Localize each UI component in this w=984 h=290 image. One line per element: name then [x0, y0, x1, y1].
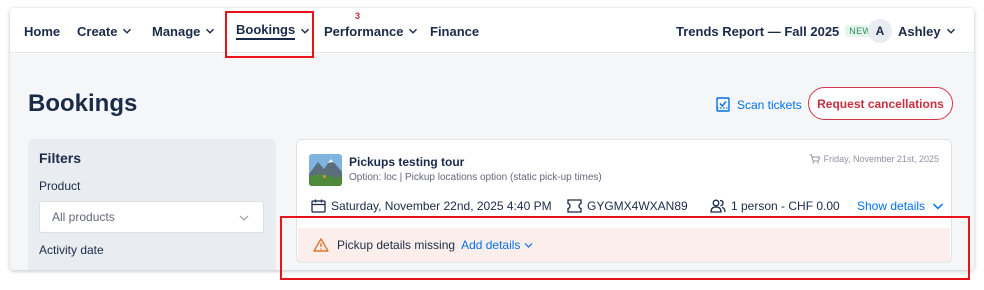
chevron-down-icon	[933, 203, 944, 210]
pickup-missing-alert: Pickup details missing Add details	[298, 228, 950, 262]
alert-text: Pickup details missing	[337, 238, 456, 252]
booking-card[interactable]: Pickups testing tour Option: loc | Picku…	[296, 139, 952, 263]
request-cancellations-button[interactable]: Request cancellations	[808, 87, 953, 120]
product-filter-label: Product	[39, 179, 81, 193]
chevron-down-icon	[946, 28, 955, 34]
trends-report-link[interactable]: Trends Report — Fall 2025 NEW	[676, 22, 876, 40]
chevron-down-icon	[409, 28, 418, 34]
people-icon	[710, 199, 726, 213]
user-menu[interactable]: Ashley	[898, 22, 956, 40]
booking-details-row: Saturday, November 22nd, 2025 4:40 PM GY…	[311, 199, 944, 217]
chevron-down-icon	[239, 215, 249, 221]
chevron-down-icon	[525, 242, 533, 248]
nav-manage[interactable]: Manage	[152, 22, 215, 40]
product-select[interactable]: All products	[39, 201, 264, 233]
scan-tickets-link[interactable]: Scan tickets	[716, 97, 802, 112]
shopping-cart-icon	[809, 154, 820, 164]
chevron-down-icon	[206, 28, 215, 34]
nav-manage-label: Manage	[152, 23, 201, 39]
show-details-label: Show details	[857, 199, 926, 213]
nav-performance[interactable]: Performance	[324, 22, 418, 40]
activity-date-filter-label: Activity date	[39, 243, 104, 257]
page-title: Bookings	[28, 90, 138, 117]
tour-title[interactable]: Pickups testing tour	[349, 155, 464, 169]
purchase-date-text: Friday, November 21st, 2025	[823, 154, 939, 164]
tour-option: Option: loc | Pickup locations option (s…	[349, 172, 602, 183]
nav-home-label: Home	[24, 23, 61, 39]
avatar[interactable]: A	[868, 19, 892, 43]
filters-title: Filters	[39, 150, 82, 166]
trends-report-label: Trends Report — Fall 2025	[676, 23, 840, 39]
nav-performance-label: Performance	[324, 23, 404, 39]
app-window: Home Create Manage Bookings 3 Performanc…	[10, 8, 974, 270]
nav-create[interactable]: Create	[77, 22, 132, 40]
ticket-icon	[567, 199, 582, 213]
user-name: Ashley	[898, 23, 941, 39]
nav-finance[interactable]: Finance	[430, 22, 479, 40]
scan-tickets-label: Scan tickets	[737, 97, 802, 112]
ticket-scan-icon	[716, 97, 730, 112]
chevron-down-icon	[301, 28, 310, 34]
nav-finance-label: Finance	[430, 23, 480, 39]
purchase-date: Friday, November 21st, 2025	[809, 154, 939, 164]
nav-bookings[interactable]: Bookings	[236, 22, 310, 40]
top-navigation: Home Create Manage Bookings 3 Performanc…	[10, 8, 974, 53]
add-details-link[interactable]: Add details	[461, 238, 533, 252]
activity-datetime: Saturday, November 22nd, 2025 4:40 PM	[311, 199, 552, 213]
activity-datetime-text: Saturday, November 22nd, 2025 4:40 PM	[331, 199, 552, 213]
main-content: Bookings Scan tickets Request cancellati…	[10, 54, 974, 270]
calendar-icon	[311, 199, 326, 213]
product-select-value: All products	[52, 210, 115, 224]
nav-create-label: Create	[77, 23, 118, 39]
filters-panel: Filters Product All products Activity da…	[28, 139, 276, 270]
participants-price: 1 person - CHF 0.00	[710, 199, 840, 213]
booking-reference-text: GYGMX4WXAN89	[587, 199, 688, 213]
chevron-down-icon	[123, 28, 132, 34]
performance-notification-count: 3	[355, 11, 361, 21]
tour-thumbnail	[309, 154, 342, 186]
participants-price-text: 1 person - CHF 0.00	[731, 199, 840, 213]
show-details-link[interactable]: Show details	[857, 199, 944, 213]
nav-bookings-label: Bookings	[236, 22, 296, 40]
booking-reference: GYGMX4WXAN89	[567, 199, 688, 213]
warning-icon	[313, 238, 329, 252]
add-details-label: Add details	[461, 238, 521, 252]
nav-home[interactable]: Home	[24, 22, 60, 40]
